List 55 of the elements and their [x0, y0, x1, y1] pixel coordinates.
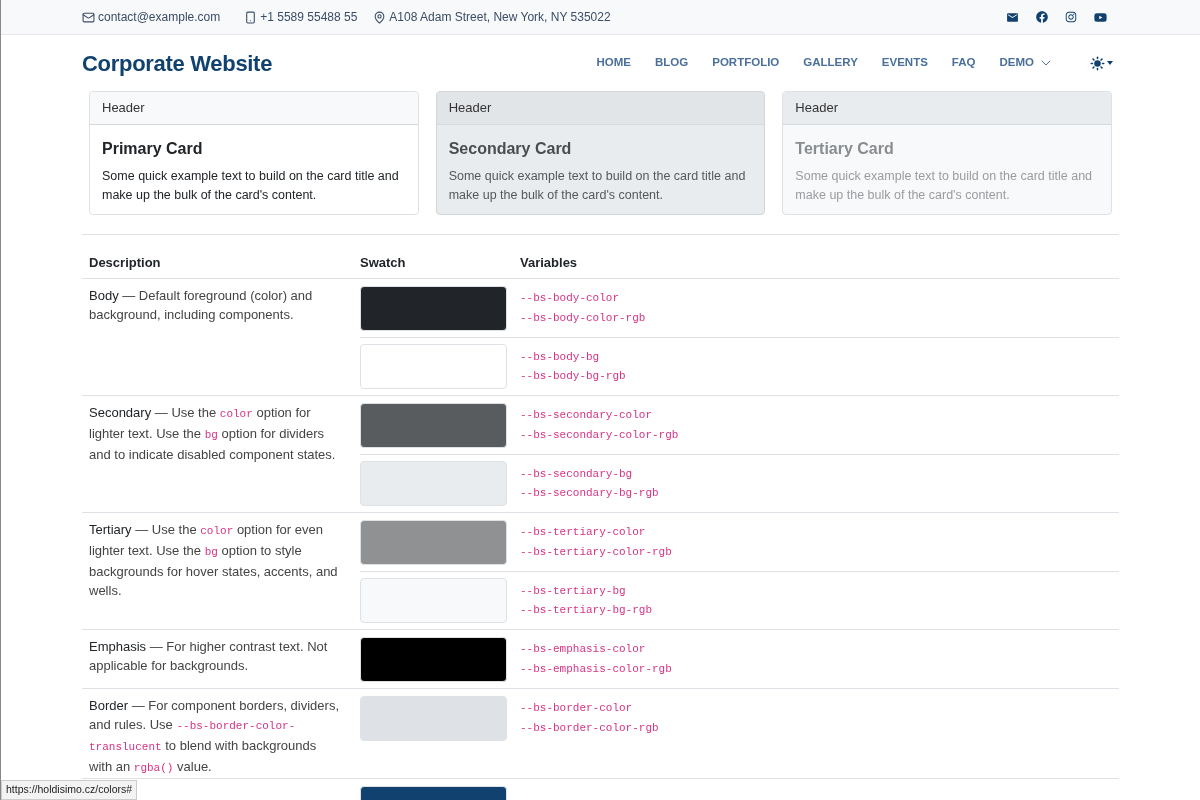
css-variable: --bs-tertiary-bg [520, 583, 627, 599]
css-variable: --bs-body-bg-rgb [520, 369, 626, 384]
css-variable: --bs-tertiary-bg-rgb [520, 603, 653, 618]
sun-icon [1090, 55, 1105, 71]
css-variable: --bs-body-color [520, 291, 621, 306]
css-variable: --bs-secondary-bg-rgb [520, 486, 659, 501]
youtube-icon[interactable] [1094, 10, 1107, 24]
color-description: Tertiary — Use the color option for even lighter text. Use the bg option to style backgrounds for hover states, accents, and wells. [89, 521, 339, 600]
card-title: Secondary Card [448, 139, 573, 159]
mail-icon [82, 10, 95, 24]
caret-icon [1107, 61, 1113, 65]
card-header: Header [436, 92, 765, 125]
css-variable: --bs-border-color [520, 701, 634, 716]
nav-link[interactable]: BLOG [655, 54, 689, 72]
location-pin-icon [373, 10, 387, 24]
card-title: Tertiary Card [795, 139, 895, 159]
nav-link[interactable]: DEMO [999, 54, 1054, 72]
color-description: Border — For component borders, dividers, and rules. Use --bs-border-color-translucent to blend with backgrounds with an rgba() value. [89, 697, 340, 776]
nav-link[interactable]: HOME [596, 54, 631, 72]
card-text: Some quick example text to build on the card title and make up the bulk of the card's content. [795, 168, 1094, 204]
css-variable: --bs-emphasis-color-rgb [520, 661, 672, 677]
css-variable: --bs-tertiary-color [520, 525, 647, 540]
site-logo[interactable]: Corporate Website [82, 46, 273, 80]
phone-icon [244, 10, 258, 24]
card-header: Header [90, 92, 418, 125]
css-variable: --bs-body-color-rgb [520, 310, 646, 326]
color-description: Body — Default foreground (color) and background, including components. [89, 287, 314, 324]
css-variable: --bs-secondary-color-rgb [520, 427, 679, 443]
contact-address: A108 Adam Street, New York, NY 535022 [389, 9, 611, 26]
mail-icon[interactable] [1006, 10, 1019, 24]
facebook-icon[interactable] [1036, 11, 1048, 23]
css-variable: --bs-secondary-bg [520, 466, 634, 482]
color-description: Emphasis — For higher contrast text. Not applicable for backgrounds. [89, 638, 329, 675]
column-header: Description [89, 254, 162, 273]
css-variable: --bs-tertiary-color-rgb [520, 544, 672, 560]
css-variable: --bs-secondary-color [520, 408, 654, 423]
contact-phone: +1 5589 55488 55 [260, 9, 358, 26]
nav-link[interactable]: PORTFOLIO [712, 54, 780, 72]
color-description: Secondary — Use the color option for lighter text. Use the bg option for dividers and to indicate disabled component states. [89, 404, 337, 464]
nav-link[interactable]: GALLERY [803, 54, 858, 72]
card-header: Header [783, 92, 1111, 125]
nav-link[interactable]: FAQ [951, 54, 976, 72]
card-text: Some quick example text to build on the card title and make up the bulk of the card's content. [102, 168, 400, 204]
nav-link[interactable]: EVENTS [881, 54, 928, 72]
css-variable: --bs-emphasis-color [520, 642, 647, 657]
instagram-icon[interactable] [1065, 11, 1077, 23]
css-variable: --bs-border-color-rgb [520, 720, 659, 736]
css-variable: --bs-body-bg [520, 349, 601, 365]
column-header: Variables [520, 254, 578, 273]
card-title: Primary Card [102, 139, 204, 159]
column-header: Swatch [360, 254, 407, 273]
theme-toggle[interactable] [1090, 55, 1113, 71]
card-text: Some quick example text to build on the card title and make up the bulk of the card's content. [448, 168, 747, 204]
contact-email: contact@example.com [98, 9, 221, 26]
status-bar: https://holdisimo.cz/colors# [1, 780, 138, 800]
